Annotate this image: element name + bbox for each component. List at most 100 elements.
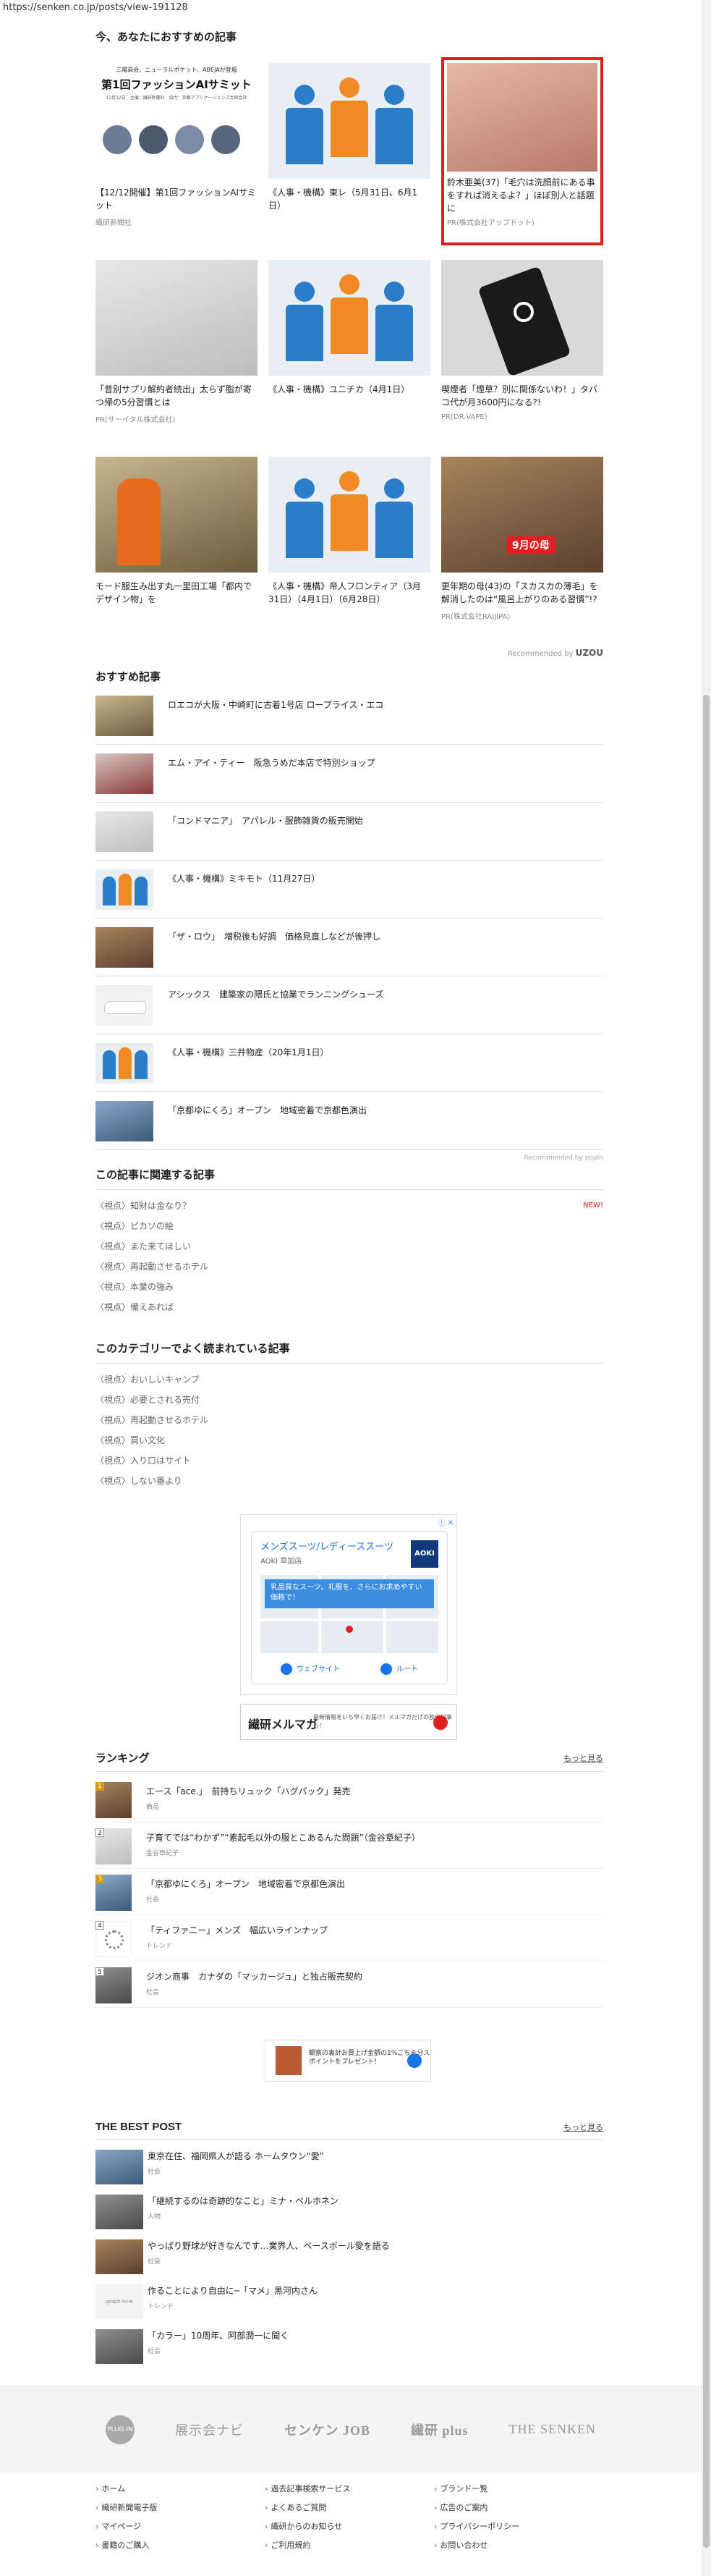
list-item[interactable]: 《人事・機構》ミキモト（11月27日） — [95, 861, 603, 919]
footer-link[interactable]: 繊研からのお知らせ — [265, 2520, 434, 2532]
recommend-card[interactable]: 《人事・機構》東レ（5月31日、6月1日） — [268, 63, 430, 251]
list-item[interactable]: 「ザ・ロウ」 増税後も好調 価格見直しなどが後押し — [95, 919, 603, 976]
related-link[interactable]: 〈視点〉また来てほしい — [95, 1236, 603, 1257]
ad-info-icon[interactable]: ⓘ ✕ — [438, 1516, 454, 1527]
recommend-card[interactable]: 喫煙者「煙草？別に関係ないわ！」タバコ代が月3600円になる?! PR(DR.V… — [441, 260, 603, 448]
best-post-item[interactable]: graph-ticle 作ることにより自由に─「マメ」黒河内さん トレンド — [95, 2280, 603, 2325]
senken-job-logo[interactable]: センケン JOB — [284, 2420, 370, 2439]
recommend-card[interactable]: 「昔別サプリ解約者続出」太らず脂が寄つ帰の5分習慣とは PR(サーイタル株式会社… — [95, 260, 257, 448]
best-post-item[interactable]: やっぱり野球が好きなんです…業界人、ベースボール愛を語る 社会 — [95, 2235, 603, 2280]
list-item[interactable]: 《人事・機構》三井物産（20年1月1日） — [95, 1034, 603, 1092]
footer-link[interactable]: 過去記事検索サービス — [265, 2483, 434, 2494]
footer-link[interactable]: 書籍のご購入 — [95, 2539, 265, 2551]
recommend-card-title: 《人事・機構》ユニチカ（4月1日） — [268, 384, 410, 394]
related-link[interactable]: 〈視点〉再起動させるホテル — [95, 1257, 603, 1277]
list-thumb — [95, 811, 153, 852]
website-button[interactable]: ウェブサイト — [281, 1663, 340, 1675]
footer-link[interactable]: 繊研新聞電子版 — [95, 2501, 265, 2513]
rank-category: 金谷章紀子 — [146, 1850, 179, 1857]
list-item[interactable]: ロエコが大阪・中崎町に古着1号店 ロープライス・エコ — [95, 687, 603, 745]
senken-plus-logo[interactable]: 繊研 plus — [411, 2420, 469, 2439]
rank-number: 5 — [95, 1967, 104, 1976]
related-link[interactable]: 〈視点〉知財は金なり？ NEW! — [95, 1196, 603, 1216]
route-button[interactable]: ルート — [380, 1663, 418, 1675]
map-ad-card[interactable]: メンズスーツ/レディーススーツ AOKI 草加店 AOKI 乳品質なスーツ。礼服… — [251, 1531, 448, 1684]
recommend-card-source: 繊研新聞社 — [95, 219, 132, 227]
uzou-credit[interactable]: Recommended by UZOU — [95, 648, 603, 658]
best-post-item[interactable]: 東京在住、福岡県人が語る ホームタウン“愛” 社会 — [95, 2145, 603, 2190]
category-link[interactable]: 〈視点〉入り口はサイト — [95, 1450, 603, 1471]
list-item-title: 「ザ・ロウ」 増税後も好調 価格見直しなどが後押し — [168, 932, 381, 942]
small-ad[interactable]: 観察の裏計お買上げ金額の1%ごちそ分スポイントをプレゼント！ — [265, 2040, 431, 2082]
footer-link[interactable]: よくあるご質問 — [265, 2501, 434, 2513]
list-item-title: ロエコが大阪・中崎町に古着1号店 ロープライス・エコ — [168, 700, 384, 710]
recommend-card-title: 更年期の母(43)の「スカスカの薄毛」を解消したのは“風呂上がりのある習慣”!? — [441, 581, 598, 604]
category-title: このカテゴリーでよく読まれている記事 — [95, 1340, 603, 1364]
footer-link[interactable]: お問い合わせ — [434, 2539, 603, 2551]
ranking-item[interactable]: 5 ジオン商事 カナダの「マッカージュ」と独占販売契約 社会 — [95, 1961, 603, 2008]
list-item[interactable]: エム・アイ・ティー 阪急うめだ本店で特別ショップ — [95, 745, 603, 803]
footer-link[interactable]: 広告のご案内 — [434, 2501, 603, 2513]
footer-link[interactable]: プライバシーポリシー — [434, 2520, 603, 2532]
related-list: 〈視点〉知財は金なり？ NEW! 〈視点〉ピカソの絵 〈視点〉また来てほしい 〈視… — [95, 1196, 603, 1317]
plugin-logo[interactable]: PLUG IN — [106, 2415, 135, 2444]
category-link[interactable]: 〈視点〉おいしいキャンプ — [95, 1369, 603, 1390]
list-item[interactable]: 「コンドマニア」 アパレル・服飾雑貨の販売開始 — [95, 803, 603, 861]
rank-title: エース「ace.」 前持ちリュック「ハグパック」発売 — [146, 1786, 351, 1796]
footer-link[interactable]: ご利用規約 — [265, 2539, 434, 2551]
best-post-item[interactable]: 「カラー」10周年、阿部潤一に聞く 社会 — [95, 2325, 603, 2370]
uzou-logo: UZOU — [575, 648, 603, 658]
best-post-item-title: 「カラー」10周年、阿部潤一に聞く — [148, 2331, 289, 2341]
category-link[interactable]: 〈視点〉再起動させるホテル — [95, 1410, 603, 1430]
related-link[interactable]: 〈視点〉本業の強み — [95, 1277, 603, 1297]
osusume-section: おすすめ記事 ロエコが大阪・中崎町に古着1号店 ロープライス・エコ エム・アイ・… — [95, 669, 603, 1162]
mail-banner[interactable]: 繊研メルマガ 最新情報をいち早くお届け！メルマガだけの独自記事も！ — [240, 1704, 457, 1740]
best-post-item-title: やっぱり野球が好きなんです…業界人、ベースボール愛を語る — [148, 2241, 390, 2251]
map-ad-title[interactable]: メンズスーツ/レディーススーツ — [260, 1539, 393, 1553]
category-link[interactable]: 〈視点〉しない番より — [95, 1471, 603, 1491]
list-item[interactable]: アシックス 建築家の隈氏と協業でランニングシューズ — [95, 976, 603, 1034]
popin-credit[interactable]: Recommended by popIn — [95, 1154, 603, 1162]
list-item-title: 「コンドマニア」 アパレル・服飾雑貨の販売開始 — [168, 816, 363, 826]
recommend-card[interactable]: 《人事・機構》帝人フロンティア（3月31日）（4月1日）（6月28日） — [268, 457, 430, 645]
the-senken-logo[interactable]: THE SENKEN — [509, 2422, 597, 2437]
rank-number: 2 — [95, 1828, 104, 1837]
best-post-thumb: graph-ticle — [95, 2284, 143, 2319]
category-link[interactable]: 〈視点〉必要とされる売付 — [95, 1390, 603, 1410]
ranking-section: ランキング もっと見る 1 エース「ace.」 前持ちリュック「ハグパック」発売商… — [95, 1750, 603, 2008]
recommend-card[interactable]: 9月の母 更年期の母(43)の「スカスカの薄毛」を解消したのは“風呂上がりのある… — [441, 457, 603, 645]
best-post-item-category: 人物 — [148, 2213, 161, 2221]
best-post-more-link[interactable]: もっと見る — [563, 2121, 603, 2133]
recommend-card[interactable]: モード服生み出す丸一里田工場「都内でデザイン物」を — [95, 457, 257, 645]
footer-link[interactable]: ホーム — [95, 2483, 265, 2494]
footer-link[interactable]: マイページ — [95, 2520, 265, 2532]
scrollbar[interactable] — [702, 0, 711, 2576]
map-image[interactable]: 乳品質なスーツ。礼服を、さらにお求めやすい価格で！ — [260, 1575, 438, 1653]
ranking-item[interactable]: 2 子育てでは“わかず”“素起毛以外の服とこあるんた問題”（金谷章紀子） 金谷章紀子 — [95, 1823, 603, 1869]
best-post-title: THE BEST POST — [95, 2121, 182, 2133]
list-thumb — [95, 1101, 153, 1141]
best-post-item[interactable]: 「継続するのは奇跡的なこと」ミナ・ペルホネン 人物 — [95, 2190, 603, 2235]
related-link[interactable]: 〈視点〉備えあれば — [95, 1297, 603, 1317]
ranking-item[interactable]: 3 「京都ゆにくろ」オープン 地域密着で京都色演出 社会 — [95, 1869, 603, 1915]
list-item-title: 《人事・機構》ミキモト（11月27日） — [168, 874, 320, 884]
ranking-item[interactable]: 1 エース「ace.」 前持ちリュック「ハグパック」発売 商品 — [95, 1776, 603, 1823]
tenjikai-navi-logo[interactable]: 展示会ナビ — [175, 2420, 244, 2439]
ranking-more-link[interactable]: もっと見る — [563, 1752, 603, 1764]
recommend-card[interactable]: 三陽商会、ニューラルポケット、ABEJAが登壇 第1回ファッションAIサミット … — [95, 63, 257, 251]
best-post-item-category: 社会 — [148, 2169, 161, 2176]
recommend-card-ad[interactable]: 鈴木亜美(37)「毛穴は洗顔前にある事をすれば消えるよ？」ほぼ別人と話題に PR… — [441, 57, 603, 245]
map-ad[interactable]: ⓘ ✕ メンズスーツ/レディーススーツ AOKI 草加店 AOKI 乳品質なスー… — [240, 1514, 457, 1695]
category-link[interactable]: 〈視点〉買い文化 — [95, 1430, 603, 1450]
recommend-card[interactable]: 《人事・機構》ユニチカ（4月1日） — [268, 260, 430, 448]
recommend-card-title: モード服生み出す丸一里田工場「都内でデザイン物」を — [95, 581, 252, 604]
related-link-text: 〈視点〉本業の強み — [95, 1282, 174, 1292]
list-item[interactable]: 「京都ゆにくろ」オープン 地域密着で京都色演出 — [95, 1092, 603, 1150]
banner-main: 第1回ファッションAIサミット — [101, 78, 252, 91]
people-icon — [95, 869, 153, 910]
related-link[interactable]: 〈視点〉ピカソの絵 — [95, 1216, 603, 1236]
url-bar[interactable]: https://senken.co.jp/posts/view-191128 — [0, 0, 711, 16]
footer-link[interactable]: ブランド一覧 — [434, 2483, 603, 2494]
ranking-item[interactable]: 4 「ティファニー」メンズ 幅広いラインナップ トレンド — [95, 1915, 603, 1961]
scrollbar-thumb[interactable] — [703, 695, 710, 2548]
